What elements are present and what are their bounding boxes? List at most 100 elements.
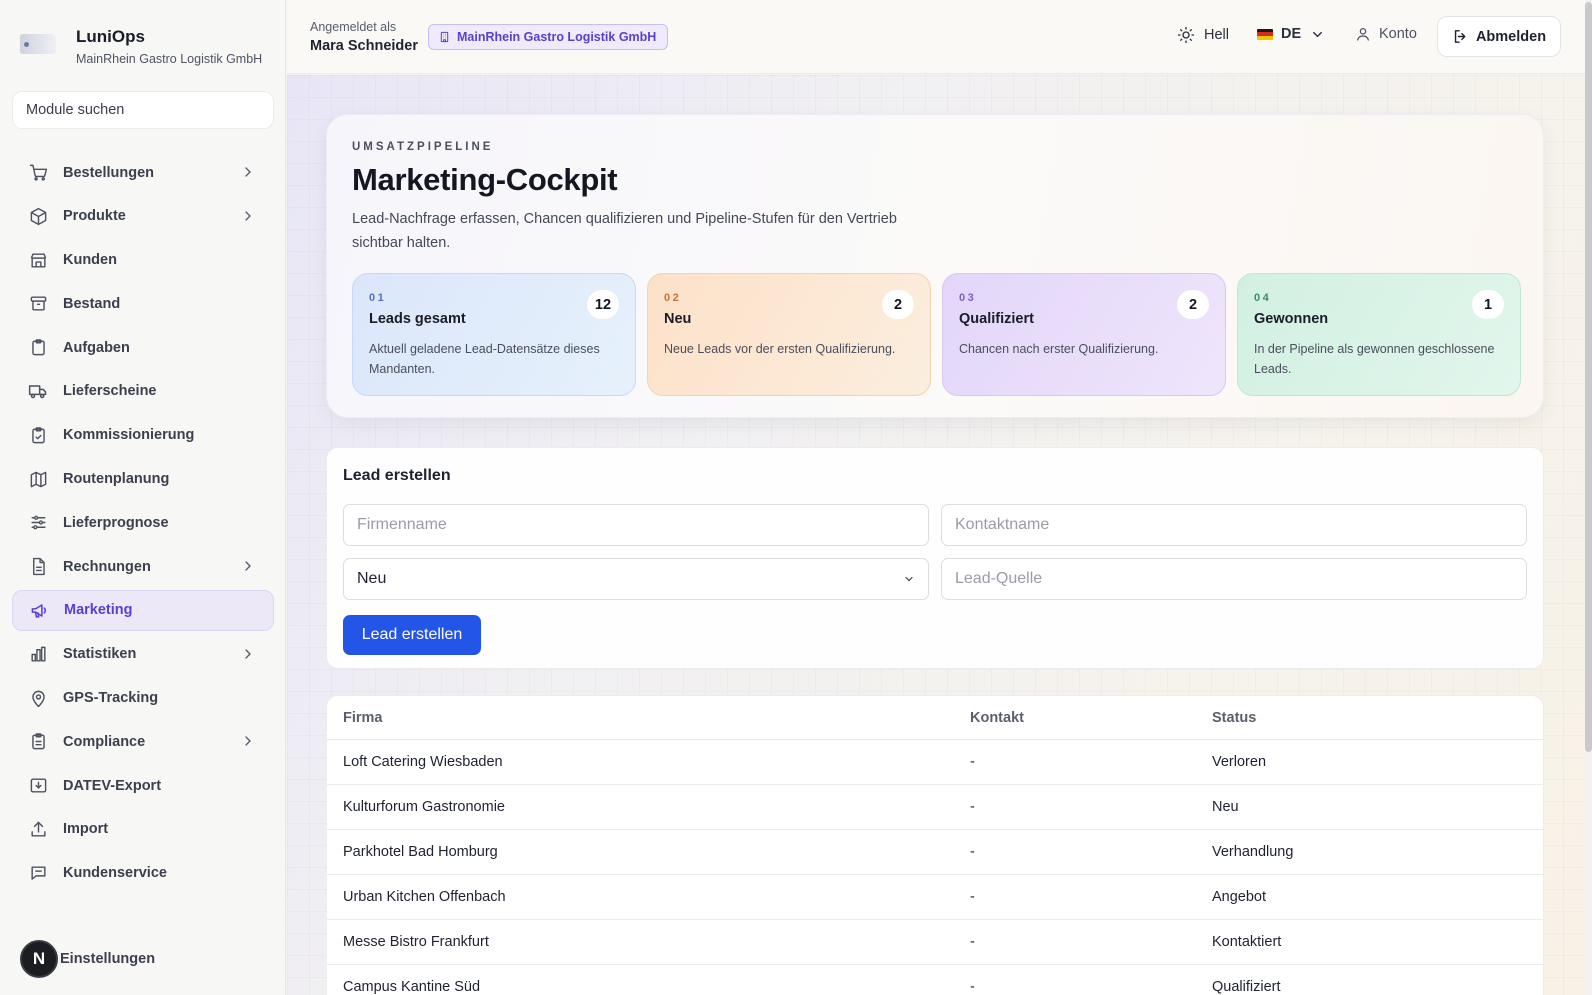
kpi-card-description: Aktuell geladene Lead-Datensätze dieses …	[369, 342, 600, 376]
company-name-input[interactable]	[343, 504, 929, 546]
brand[interactable]: LuniOps MainRhein Gastro Logistik GmbH	[20, 26, 262, 66]
kpi-card-description: In der Pipeline als gewonnen geschlossen…	[1254, 342, 1495, 376]
kpi-card-gewonnen[interactable]: 04 Gewonnen In der Pipeline als gewonnen…	[1237, 273, 1521, 396]
sidebar-item-label: Compliance	[63, 733, 146, 750]
sidebar-item-aufgaben[interactable]: Aufgaben	[12, 327, 274, 368]
page-title: Marketing-Cockpit	[352, 162, 618, 197]
table-row[interactable]: Campus Kantine Süd - Qualifiziert	[327, 965, 1543, 995]
sidebar-item-label: Marketing	[64, 602, 133, 619]
column-header-status[interactable]: Status	[1212, 710, 1256, 726]
cell-firma: Kulturforum Gastronomie	[343, 799, 505, 815]
sidebar-item-label: Kommissionierung	[63, 427, 195, 444]
sun-icon	[1177, 26, 1195, 44]
status-select[interactable]: Neu	[343, 558, 929, 600]
sidebar-item-kommissionierung[interactable]: Kommissionierung	[12, 415, 274, 456]
megaphone-icon	[29, 600, 49, 620]
sidebar-item-import[interactable]: Import	[12, 809, 274, 850]
cell-status: Angebot	[1212, 889, 1267, 905]
hero-eyebrow: UMSATZPIPELINE	[352, 141, 494, 153]
building-icon	[439, 31, 450, 43]
settings-label: Einstellungen	[60, 951, 156, 967]
signed-in-info: Angemeldet als Mara Schneider	[310, 20, 418, 54]
sliders-icon	[28, 513, 48, 533]
sidebar-item-einstellungen[interactable]: N Einstellungen	[20, 940, 155, 978]
status-select-value: Neu	[357, 570, 387, 587]
avatar[interactable]: N	[20, 940, 58, 978]
sidebar-item-lieferscheine[interactable]: Lieferscheine	[12, 371, 274, 412]
sidebar-item-datev-export[interactable]: DATEV-Export	[12, 765, 274, 806]
kpi-card-leads-gesamt[interactable]: 01 Leads gesamt Aktuell geladene Lead-Da…	[352, 273, 636, 396]
sidebar-item-label: GPS-Tracking	[63, 690, 159, 707]
theme-toggle[interactable]: Hell	[1177, 26, 1229, 44]
sidebar-item-kunden[interactable]: Kunden	[12, 240, 274, 281]
sidebar-item-compliance[interactable]: Compliance	[12, 721, 274, 762]
user-icon	[1355, 26, 1371, 42]
hero-panel: UMSATZPIPELINE Marketing-Cockpit Lead-Na…	[326, 114, 1544, 418]
sidebar-item-label: Routenplanung	[63, 471, 170, 488]
sidebar-item-routenplanung[interactable]: Routenplanung	[12, 459, 274, 500]
table-row[interactable]: Urban Kitchen Offenbach - Angebot	[327, 875, 1543, 920]
cell-firma: Messe Bistro Frankfurt	[343, 934, 489, 950]
archive-icon	[28, 294, 48, 314]
kpi-card-qualifiziert[interactable]: 03 Qualifiziert Chancen nach erster Qual…	[942, 273, 1226, 396]
kpi-card-count: 1	[1472, 290, 1504, 319]
table-row[interactable]: Messe Bistro Frankfurt - Kontaktiert	[327, 920, 1543, 965]
german-flag-icon	[1257, 28, 1273, 40]
lead-source-input[interactable]	[941, 558, 1527, 600]
sidebar-item-label: Lieferscheine	[63, 383, 157, 400]
table-row[interactable]: Kulturforum Gastronomie - Neu	[327, 785, 1543, 830]
download-icon	[28, 776, 48, 796]
cell-status: Verloren	[1212, 754, 1267, 770]
sidebar-item-label: Import	[63, 821, 109, 838]
contact-name-input[interactable]	[941, 504, 1527, 546]
language-label: DE	[1281, 26, 1302, 42]
table-row[interactable]: Loft Catering Wiesbaden - Verloren	[327, 740, 1543, 785]
kpi-card-neu[interactable]: 02 Neu Neue Leads vor der ersten Qualifi…	[647, 273, 931, 396]
sidebar-item-statistiken[interactable]: Statistiken	[12, 634, 274, 675]
cell-kontakt: -	[970, 754, 975, 770]
sidebar-item-lieferprognose[interactable]: Lieferprognose	[12, 502, 274, 543]
upload-icon	[28, 819, 48, 839]
logout-button[interactable]: Abmelden	[1437, 16, 1561, 57]
cell-firma: Parkhotel Bad Homburg	[343, 844, 498, 860]
account-label: Konto	[1379, 26, 1417, 42]
sidebar-item-label: Bestellungen	[63, 164, 155, 181]
cell-status: Verhandlung	[1212, 844, 1294, 860]
kpi-card-count: 2	[1177, 290, 1209, 319]
sidebar-item-produkte[interactable]: Produkte	[12, 196, 274, 237]
clipboard-list-icon	[28, 732, 48, 752]
cell-firma: Campus Kantine Süd	[343, 979, 481, 995]
logout-icon	[1452, 28, 1469, 45]
sidebar-item-label: Produkte	[63, 208, 126, 225]
tenant-badge[interactable]: MainRhein Gastro Logistik GmbH	[428, 24, 669, 50]
file-icon	[28, 557, 48, 577]
sidebar-item-rechnungen[interactable]: Rechnungen	[12, 546, 274, 587]
chevron-right-icon	[240, 733, 256, 754]
sidebar-item-bestellungen[interactable]: Bestellungen	[12, 152, 274, 193]
create-lead-button[interactable]: Lead erstellen	[343, 615, 481, 655]
truck-icon	[28, 381, 48, 401]
user-name: Mara Schneider	[310, 38, 418, 54]
page-scrollbar-thumb[interactable]	[1585, 2, 1592, 752]
cell-status: Neu	[1212, 799, 1239, 815]
sidebar-item-bestand[interactable]: Bestand	[12, 283, 274, 324]
sidebar-nav: Bestellungen Produkte Kunden Bestand Auf…	[12, 152, 274, 897]
chevron-right-icon	[240, 646, 256, 667]
store-icon	[28, 250, 48, 270]
brand-name: LuniOps	[76, 27, 145, 46]
bar-chart-icon	[28, 644, 48, 664]
logout-label: Abmelden	[1475, 28, 1547, 45]
column-header-firma[interactable]: Firma	[343, 710, 383, 726]
table-row[interactable]: Parkhotel Bad Homburg - Verhandlung	[327, 830, 1543, 875]
chevron-down-icon	[1310, 27, 1325, 42]
map-pin-icon	[28, 688, 48, 708]
language-select[interactable]: DE	[1257, 26, 1325, 42]
kpi-card-number: 04	[1254, 292, 1272, 304]
sidebar-item-marketing[interactable]: Marketing	[12, 589, 274, 631]
sidebar-item-gps-tracking[interactable]: GPS-Tracking	[12, 678, 274, 719]
column-header-kontakt[interactable]: Kontakt	[970, 710, 1024, 726]
sidebar-item-kundenservice[interactable]: Kundenservice	[12, 853, 274, 894]
account-link[interactable]: Konto	[1355, 26, 1417, 42]
module-search-input[interactable]	[12, 91, 274, 129]
sidebar-item-label: Bestand	[63, 295, 121, 312]
